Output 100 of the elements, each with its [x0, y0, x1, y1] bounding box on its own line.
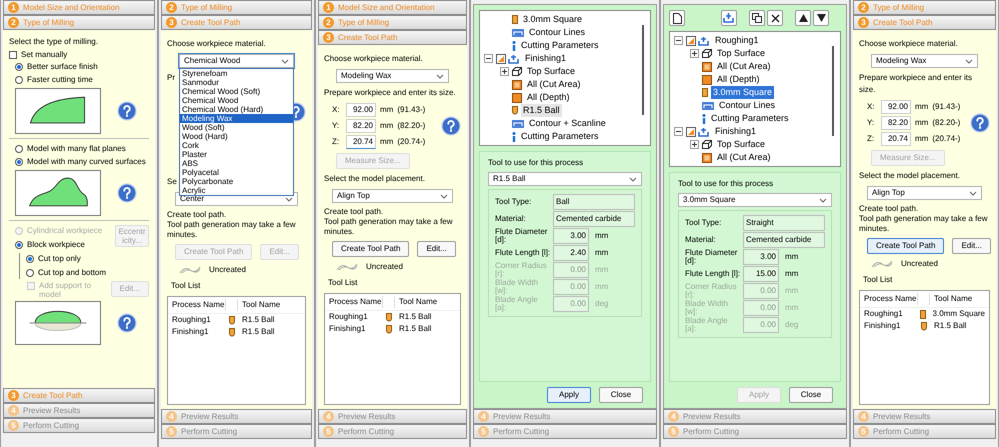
collapse-icon[interactable] [674, 36, 683, 45]
unit-label: deg [785, 319, 798, 331]
radio-button[interactable] [15, 63, 23, 71]
collapse-icon[interactable] [484, 54, 493, 63]
tree-item[interactable]: Contour + Scanline [527, 116, 608, 130]
button[interactable]: Create Tool Path [867, 238, 944, 254]
down-triangle-icon [816, 14, 826, 22]
dropdown[interactable]: Align Top [332, 189, 453, 203]
dropdown-option[interactable]: Modeling Wax [180, 114, 293, 123]
expand-icon[interactable] [690, 140, 699, 149]
tree-item[interactable]: All (Cut Area) [525, 78, 583, 92]
tree-item[interactable]: Contour Lines [717, 98, 778, 112]
checkbox[interactable] [9, 51, 17, 59]
table-cell-text: Roughing1 [171, 314, 212, 326]
step-number: 5 [478, 426, 489, 437]
help-icon[interactable] [117, 183, 137, 203]
tree-item[interactable]: Top Surface [525, 64, 578, 78]
tree-item[interactable]: Cutting Parameters [709, 112, 791, 126]
dropdown-option[interactable]: Acrylic [180, 186, 293, 195]
tree-item[interactable]: All (Depth) [525, 90, 572, 104]
help-icon[interactable] [117, 101, 137, 121]
dropdown[interactable]: Chemical Wood [179, 54, 294, 68]
tree-item[interactable]: 3.0mm Square [711, 86, 774, 100]
tree-item[interactable]: All (Depth) [715, 72, 762, 86]
radio-button[interactable] [26, 269, 34, 277]
dropdown-option[interactable]: Sanmodur [180, 78, 293, 87]
dropdown-option[interactable]: Styrenefoam [180, 69, 293, 78]
tree-item[interactable]: R1.5 Ball [521, 104, 562, 118]
filled-square-icon [702, 74, 712, 84]
toolpath-icon [179, 266, 201, 274]
toolbar-button[interactable] [749, 10, 765, 26]
section-label: Tool List [170, 280, 202, 292]
input-field[interactable]: 92.00 [346, 103, 376, 117]
scrollbar[interactable] [642, 25, 644, 115]
button[interactable]: Apply [547, 387, 591, 403]
dropdown-option[interactable]: Chemical Wood (Hard) [180, 105, 293, 114]
collapse-icon[interactable] [674, 127, 683, 136]
tree-item[interactable]: Cutting Parameters [519, 38, 601, 52]
input-field[interactable]: 20.74 [881, 132, 911, 146]
property-label: Flute Length [l]: [685, 270, 741, 278]
dropdown[interactable]: R1.5 Ball [488, 172, 642, 186]
dropdown[interactable]: Modeling Wax [336, 69, 449, 83]
expand-icon[interactable] [500, 67, 509, 76]
table-cell-text: Finishing1 [328, 323, 366, 335]
tree-item[interactable]: Finishing1 [713, 124, 758, 138]
button[interactable]: Close [789, 387, 833, 403]
dropdown-option[interactable]: Chemical Wood [180, 96, 293, 105]
tree-item[interactable]: Top Surface [715, 138, 768, 152]
toolbar-button[interactable] [813, 10, 829, 26]
instruction-text: Tool path generation may take a few minutes. [859, 214, 989, 234]
tree-item[interactable]: Cutting Parameters [519, 130, 601, 144]
scrollbar[interactable] [832, 46, 834, 136]
input-field[interactable]: 20.74 [346, 135, 376, 149]
radio-button[interactable] [15, 241, 23, 249]
end-mill-icon [512, 15, 518, 24]
help-icon[interactable] [441, 116, 461, 136]
radio-button[interactable] [15, 145, 23, 153]
toolbar-button[interactable] [669, 10, 685, 26]
radio-button[interactable] [15, 158, 23, 166]
help-icon[interactable] [117, 313, 137, 333]
tree-item[interactable]: Contour Lines [527, 26, 588, 40]
tree-item[interactable]: All (Cut Area) [715, 150, 773, 164]
help-icon[interactable] [970, 113, 990, 133]
dropdown-option[interactable]: Polyacetal [180, 168, 293, 177]
tree-item[interactable]: 3.0mm Square [521, 12, 584, 26]
document-icon [672, 12, 682, 24]
toolbar-button[interactable] [795, 10, 811, 26]
radio-button[interactable] [26, 255, 34, 263]
dropdown-option[interactable]: Cork [180, 141, 293, 150]
axis-label: X: [867, 101, 876, 113]
dropdown[interactable]: 3.0mm Square [678, 193, 832, 207]
tree-item[interactable]: Finishing1 [523, 52, 568, 66]
tree-item[interactable]: Roughing1 [713, 34, 761, 48]
dropdown[interactable]: Align Top [867, 186, 982, 200]
dropdown-option[interactable]: Chemical Wood (Soft) [180, 87, 293, 96]
expand-icon[interactable] [690, 49, 699, 58]
dropdown-option[interactable]: Polycarbonate [180, 177, 293, 186]
input-field[interactable]: 82.20 [346, 119, 376, 133]
button[interactable]: Edit... [417, 241, 456, 257]
button[interactable]: Edit... [952, 238, 991, 254]
dropdown-option[interactable]: Wood (Hard) [180, 132, 293, 141]
radio-label: Better surface finish [27, 61, 98, 73]
section-label: Tool List [327, 277, 358, 289]
step-number: 1 [323, 2, 334, 13]
step-number: 3 [323, 32, 334, 43]
button[interactable]: Create Tool Path [332, 241, 410, 257]
dropdown-option[interactable]: Wood (Soft) [180, 123, 293, 132]
input-field[interactable]: 82.20 [881, 116, 911, 130]
dropdown-option[interactable]: Plaster [180, 150, 293, 159]
input-field[interactable]: 92.00 [881, 100, 911, 114]
radio-button[interactable] [15, 76, 23, 84]
tree-item[interactable]: Top Surface [715, 46, 768, 60]
status-text: Uncreated [366, 261, 403, 273]
range-label: (20.74-) [932, 133, 960, 145]
button[interactable]: Close [599, 387, 643, 403]
unit-label: mm [915, 117, 928, 129]
toolbar-button[interactable] [767, 10, 783, 26]
dropdown[interactable]: Modeling Wax [871, 54, 978, 68]
dropdown-option[interactable]: ABS [180, 159, 293, 168]
tree-item[interactable]: All (Cut Area) [715, 60, 773, 74]
